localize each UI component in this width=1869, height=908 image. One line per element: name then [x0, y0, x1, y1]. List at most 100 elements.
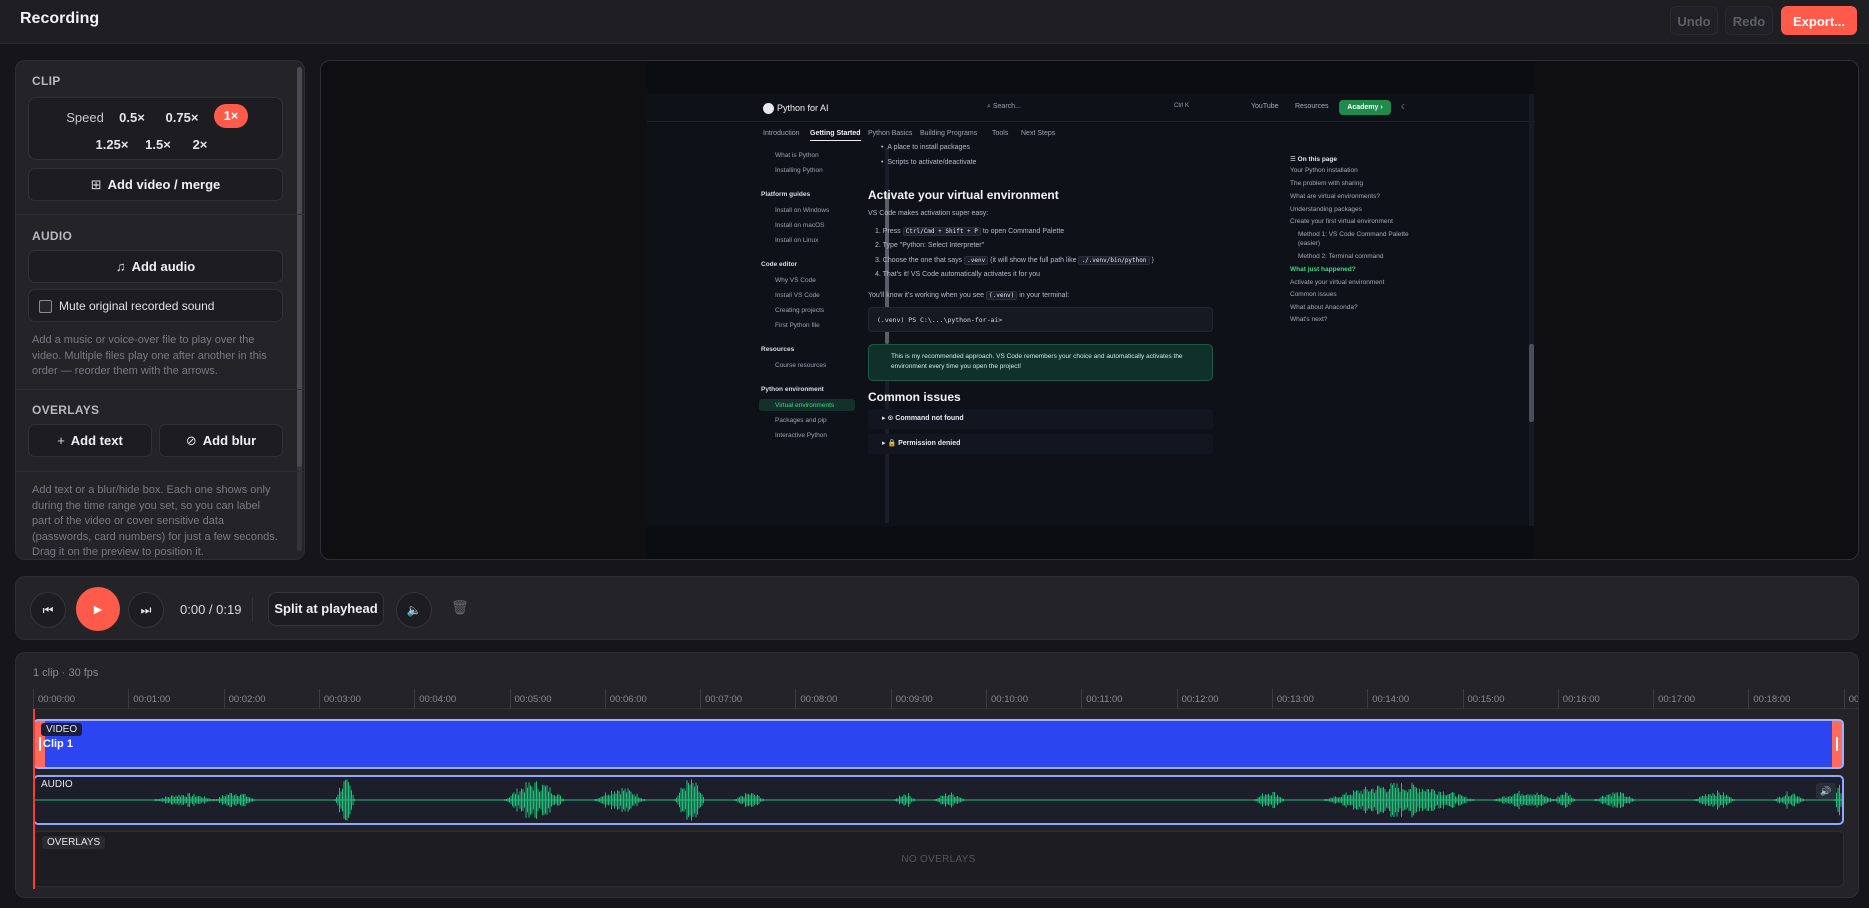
- top-bar: Recording Undo Redo Export...: [0, 0, 1869, 44]
- recorded-webpage: Python for AI ⌕ Search... Ctrl K YouTube…: [647, 94, 1535, 526]
- time-ruler[interactable]: 00:00:00 00:01:00 00:02:00 00:03:00 00:04:00…: [33, 689, 1858, 709]
- kbd-venv: .venv: [964, 256, 989, 265]
- play-icon: ►: [91, 601, 105, 617]
- add-blur-label: Add blur: [202, 433, 257, 448]
- sidebar-scrollbar-thumb[interactable]: [297, 67, 302, 467]
- site-search-text: Search...: [992, 103, 1021, 110]
- ruler-tick: 00:19:00: [1843, 689, 1858, 709]
- volume-icon: 🔈: [406, 603, 422, 617]
- site-tab-building-programs: Building Programs: [920, 130, 978, 137]
- site-working-line: You'll know it's working when you see (.…: [868, 291, 1069, 300]
- playhead[interactable]: [33, 709, 35, 889]
- speed-option-1[interactable]: 1×: [214, 104, 248, 128]
- export-button[interactable]: Export...: [1781, 6, 1857, 35]
- mute-original-checkbox[interactable]: [39, 300, 52, 313]
- speed-selector: Speed 0.5× 0.75× 1× 1.25× 1.5× 2×: [28, 97, 283, 160]
- site-side-heading: Resources: [761, 346, 795, 353]
- toc-item: Your Python installation: [1290, 167, 1358, 174]
- overlays-help-text: Add text or a blur/hide box. Each one sh…: [32, 484, 278, 558]
- toc-item: What about Anaconda?: [1290, 304, 1358, 311]
- site-heading-issues: Common issues: [868, 390, 961, 404]
- site-side-heading: Platform guides: [761, 191, 811, 198]
- site-tab-next-steps: Next Steps: [1021, 130, 1056, 137]
- site-scrollthumb: [1529, 344, 1534, 422]
- audio-heading: AUDIO: [32, 229, 73, 243]
- add-blur-button[interactable]: ⊘ Add blur: [159, 424, 283, 457]
- site-side-item: Course resources: [775, 362, 827, 369]
- music-note-icon: ♫: [115, 259, 126, 274]
- toc-item: Create your first virtual environment: [1290, 218, 1393, 225]
- add-video-button[interactable]: ⊞ Add video / merge: [28, 168, 283, 201]
- overlays-track[interactable]: OVERLAYS NO OVERLAYS: [33, 831, 1844, 887]
- ruler-tick: 00:06:00: [604, 689, 647, 709]
- split-at-playhead-button[interactable]: Split at playhead: [268, 592, 384, 626]
- site-issue-permission-denied: ▸ 🔒 Permission denied: [868, 434, 1213, 454]
- audio-track[interactable]: AUDIO 🔊: [33, 775, 1844, 825]
- audio-volume-icon[interactable]: 🔊: [1816, 783, 1836, 799]
- speed-option-0-5[interactable]: 0.5×: [117, 107, 147, 129]
- site-tip-box: This is my recommended approach. VS Code…: [868, 344, 1213, 381]
- timeline: 1 clip · 30 fps 00:00:00 00:01:00 00:02:00…: [15, 652, 1859, 898]
- site-side-item: Interactive Python: [775, 432, 828, 439]
- undo-button[interactable]: Undo: [1670, 6, 1718, 35]
- add-audio-label: Add audio: [131, 259, 196, 274]
- speed-option-1-25[interactable]: 1.25×: [95, 134, 129, 156]
- overlays-heading: OVERLAYS: [32, 403, 100, 417]
- toc-item-active: What just happened?: [1290, 266, 1356, 273]
- add-audio-button[interactable]: ♫ Add audio: [28, 250, 283, 283]
- site-bullet-text: A place to install packages: [887, 144, 970, 151]
- search-shortcut: Ctrl K: [1174, 103, 1189, 109]
- audio-help-text: Add a music or voice-over file to play o…: [32, 334, 267, 377]
- divider: [16, 389, 304, 390]
- site-side-item-active: Virtual environments: [775, 402, 835, 409]
- site-heading-activate: Activate your virtual environment: [868, 188, 1059, 202]
- ruler-tick: 00:05:00: [509, 689, 551, 709]
- issue-text: Command not found: [895, 415, 964, 422]
- no-overlays-placeholder: NO OVERLAYS: [901, 854, 976, 865]
- kbd-path: ./.venv/bin/python: [1078, 256, 1150, 265]
- ruler-tick: 00:01:00: [128, 689, 170, 709]
- toc-heading-text: On this page: [1297, 156, 1338, 163]
- step-text: ): [1151, 257, 1154, 264]
- toc-item: Method 2: Terminal command: [1298, 253, 1384, 260]
- add-text-label: Add text: [70, 433, 123, 448]
- play-button[interactable]: ►: [76, 587, 120, 631]
- clip-trim-end-handle[interactable]: [1832, 721, 1842, 767]
- site-side-heading: Code editor: [761, 261, 798, 268]
- speed-option-1-5[interactable]: 1.5×: [143, 134, 173, 156]
- plus-icon: +: [57, 433, 65, 448]
- site-search: ⌕ Search...: [987, 103, 1021, 111]
- video-preview[interactable]: Python for AI ⌕ Search... Ctrl K YouTube…: [320, 60, 1859, 560]
- delete-icon[interactable]: 🗑: [451, 599, 469, 616]
- editor-sidebar: CLIP Speed 0.5× 0.75× 1× 1.25× 1.5× 2× ⊞…: [15, 60, 305, 560]
- volume-button[interactable]: 🔈: [396, 592, 432, 628]
- site-side-item: First Python file: [775, 322, 820, 329]
- site-header: Python for AI ⌕ Search... Ctrl K YouTube…: [647, 94, 1535, 122]
- mute-original-row[interactable]: Mute original recorded sound: [28, 289, 283, 322]
- video-track[interactable]: VIDEO Clip 1: [33, 719, 1844, 769]
- step-text: You'll know it's working when you see: [868, 292, 985, 299]
- site-logo-text: Python for AI: [777, 103, 829, 113]
- audio-waveform: [35, 779, 1842, 821]
- speed-option-0-75[interactable]: 0.75×: [163, 107, 201, 129]
- timeline-info: 1 clip · 30 fps: [33, 667, 99, 679]
- ruler-tick: 00:07:00: [700, 689, 742, 709]
- site-side-item: Installing Python: [775, 167, 823, 174]
- site-code-block: (.venv) PS C:\...\python-for-ai>: [868, 307, 1213, 332]
- toc-item: The problem with sharing: [1290, 180, 1363, 187]
- add-text-button[interactable]: + Add text: [28, 424, 152, 457]
- site-bullet-text: Scripts to activate/deactivate: [887, 159, 977, 166]
- video-frame[interactable]: Python for AI ⌕ Search... Ctrl K YouTube…: [647, 61, 1535, 559]
- site-tab-python-basics: Python Basics: [868, 130, 913, 137]
- redo-button[interactable]: Redo: [1725, 6, 1773, 35]
- skip-back-button[interactable]: ⏮: [30, 592, 66, 628]
- toc-item: Common issues: [1290, 291, 1337, 298]
- site-bullet: • Scripts to activate/deactivate: [881, 159, 977, 166]
- site-issue-command-not-found: ▸ ⊙ Command not found: [868, 409, 1213, 429]
- site-logo: Python for AI: [763, 103, 829, 115]
- skip-forward-button[interactable]: ⏭: [128, 592, 164, 628]
- ruler-tick: 00:17:00: [1653, 689, 1695, 709]
- site-step-3: 3. Choose the one that says .venv (it wi…: [875, 256, 1154, 265]
- speed-option-2[interactable]: 2×: [189, 134, 211, 156]
- ruler-tick: 00:04:00: [414, 689, 456, 709]
